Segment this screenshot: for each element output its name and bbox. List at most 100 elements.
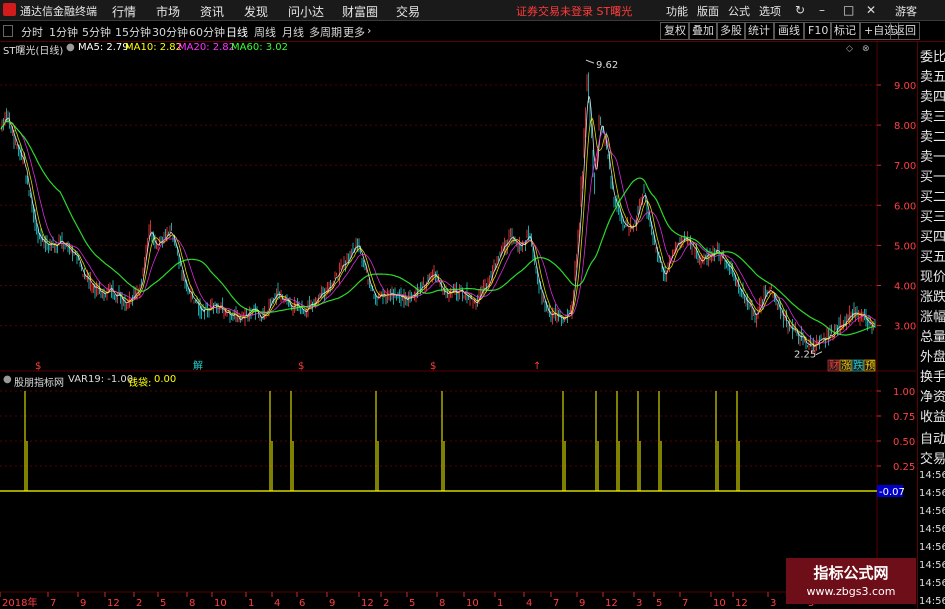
time-tick-label: 2018年 — [2, 596, 37, 609]
legend-toggle-icon[interactable]: ● — [66, 42, 75, 53]
high-price-label: 9.62 — [596, 60, 618, 71]
quote-item-netasset[interactable]: 净资 — [920, 386, 945, 405]
kline-chart[interactable]: 9.00 8.00 7.00 6.00 5.00 4.00 3.00 9.62 2.25 $ 解 $ $… — [0, 40, 917, 609]
user-guest[interactable]: 游客 — [895, 3, 917, 19]
quote-item-weibi[interactable]: 委比 — [920, 46, 945, 65]
event-tag: $ — [430, 361, 436, 372]
time-tick-label: 9 — [329, 598, 335, 609]
statistics-button[interactable]: 统计 — [744, 22, 774, 40]
quote-item-sell2[interactable]: 卖二 — [920, 126, 945, 145]
menu-zixun[interactable]: 资讯 — [200, 3, 224, 20]
quote-item-buy5[interactable]: 买五 — [920, 246, 945, 265]
period-more[interactable]: 更多 — [343, 24, 365, 40]
price-tick-label: 6.00 — [894, 201, 916, 212]
maximize-icon[interactable]: □ — [843, 3, 854, 17]
time-tick-label: 12 — [605, 598, 618, 609]
quote-item-buy1[interactable]: 买一 — [920, 166, 945, 185]
sub-axis-label: 0.50 — [893, 437, 915, 448]
multi-stock-button[interactable]: 多股 — [716, 22, 746, 40]
end-tag: 涨 — [841, 360, 851, 372]
menu-hangqing[interactable]: 行情 — [112, 3, 136, 20]
quote-item-turnover[interactable]: 换手 — [920, 366, 945, 385]
mark-button[interactable]: 标记 — [830, 22, 860, 40]
sub-axis-label: 0.75 — [893, 412, 915, 423]
menu-jiaoyi[interactable]: 交易 — [396, 3, 420, 20]
quote-item-buy3[interactable]: 买三 — [920, 206, 945, 225]
close-icon[interactable]: ✕ — [866, 3, 876, 17]
period-30min[interactable]: 30分钟 — [152, 24, 188, 40]
end-tag: 预 — [865, 360, 875, 372]
fuquan-button[interactable]: 复权 — [660, 22, 690, 40]
quote-item-sell4[interactable]: 卖四 — [920, 86, 945, 105]
time-tick-label: 10 — [466, 598, 479, 609]
watermark-title: 指标公式网 — [813, 564, 889, 582]
menu-caifuquan[interactable]: 财富圈 — [342, 3, 378, 20]
menu-wenxiaoda[interactable]: 问小达 — [288, 3, 324, 20]
period-60min[interactable]: 60分钟 — [189, 24, 225, 40]
quote-item-sell5[interactable]: 卖五 — [920, 66, 945, 85]
time-tick-label: 9 — [579, 598, 585, 609]
time-tick-label: 7 — [553, 598, 559, 609]
quote-item-sell1[interactable]: 卖一 — [920, 146, 945, 165]
period-5min[interactable]: 5分钟 — [82, 24, 111, 40]
var19-label: VAR19: -1.00 — [68, 374, 134, 385]
qiandai-value: 0.00 — [154, 374, 177, 385]
f10-button[interactable]: F10 — [804, 22, 833, 40]
period-multi[interactable]: 多周期 — [309, 24, 342, 40]
time-tick-label: 6 — [299, 598, 305, 609]
quote-item-buy4[interactable]: 买四 — [920, 226, 945, 245]
watermark-url: www.zbgs3.com — [806, 585, 896, 598]
quote-item-pct[interactable]: 涨幅 — [920, 306, 945, 325]
back-button[interactable]: 返回 — [890, 22, 920, 40]
trade-time: 14:56 — [919, 524, 945, 535]
auto-trade-2[interactable]: 交易 — [920, 448, 945, 467]
quote-item-buy2[interactable]: 买二 — [920, 186, 945, 205]
menu-xuanxiang[interactable]: 选项 — [759, 3, 781, 19]
event-tag: ↑ — [533, 361, 541, 372]
menu-banmian[interactable]: 版面 — [697, 3, 719, 19]
menu-gongneng[interactable]: 功能 — [666, 3, 688, 19]
time-tick-label: 5 — [160, 598, 166, 609]
stock-name-label: ST曙光(日线) — [3, 46, 64, 57]
time-tick-label: 7 — [50, 598, 56, 609]
end-tag: 财 — [829, 359, 839, 372]
period-daily[interactable]: 日线 — [226, 24, 248, 40]
draw-line-button[interactable]: 画线 — [774, 22, 804, 40]
price-tick-label: 7.00 — [894, 161, 916, 172]
period-monthly[interactable]: 月线 — [282, 24, 304, 40]
menu-faxian[interactable]: 发现 — [244, 3, 268, 20]
auto-trade-1[interactable]: 自动 — [920, 428, 945, 447]
quote-item-price[interactable]: 现价 — [920, 266, 945, 285]
close-panel-icon[interactable]: ⊗ — [862, 44, 870, 54]
refresh-icon[interactable]: ↻ — [795, 3, 805, 17]
quote-item-sell3[interactable]: 卖三 — [920, 106, 945, 125]
quote-item-volume[interactable]: 总量 — [920, 326, 945, 345]
period-15min[interactable]: 15分钟 — [115, 24, 151, 40]
price-tick-label: 9.00 — [894, 81, 916, 92]
quote-item-outer[interactable]: 外盘 — [920, 346, 945, 365]
time-tick-label: 9 — [80, 598, 86, 609]
time-tick-label: 10 — [214, 598, 227, 609]
collapse-icon[interactable] — [3, 25, 13, 37]
qiandai-label: 钱袋: — [128, 378, 152, 389]
overlay-button[interactable]: 叠加 — [688, 22, 718, 40]
quote-item-eps[interactable]: 收益 — [920, 406, 945, 425]
period-1min[interactable]: 1分钟 — [49, 24, 78, 40]
minimize-icon[interactable]: – — [819, 3, 825, 17]
period-weekly[interactable]: 周线 — [254, 24, 276, 40]
time-tick-label: 12 — [361, 598, 374, 609]
period-fenshi[interactable]: 分时 — [21, 24, 43, 40]
chevron-right-icon[interactable]: › — [367, 24, 371, 37]
time-tick-label: 12 — [107, 598, 120, 609]
time-tick-label: 3 — [636, 598, 642, 609]
trade-time: 14:56 — [919, 560, 945, 571]
trade-time: 14:56 — [919, 578, 945, 589]
menu-shichang[interactable]: 市场 — [156, 3, 180, 20]
event-tag: $ — [35, 361, 41, 372]
indicator-name: 股朋指标网 — [14, 378, 64, 389]
settings-icon[interactable]: ◇ — [846, 44, 853, 54]
quote-item-change[interactable]: 涨跌 — [920, 286, 945, 305]
time-tick-label: 4 — [274, 598, 280, 609]
menu-gongshi[interactable]: 公式 — [728, 3, 750, 19]
indicator-toggle-icon[interactable]: ● — [3, 374, 12, 385]
